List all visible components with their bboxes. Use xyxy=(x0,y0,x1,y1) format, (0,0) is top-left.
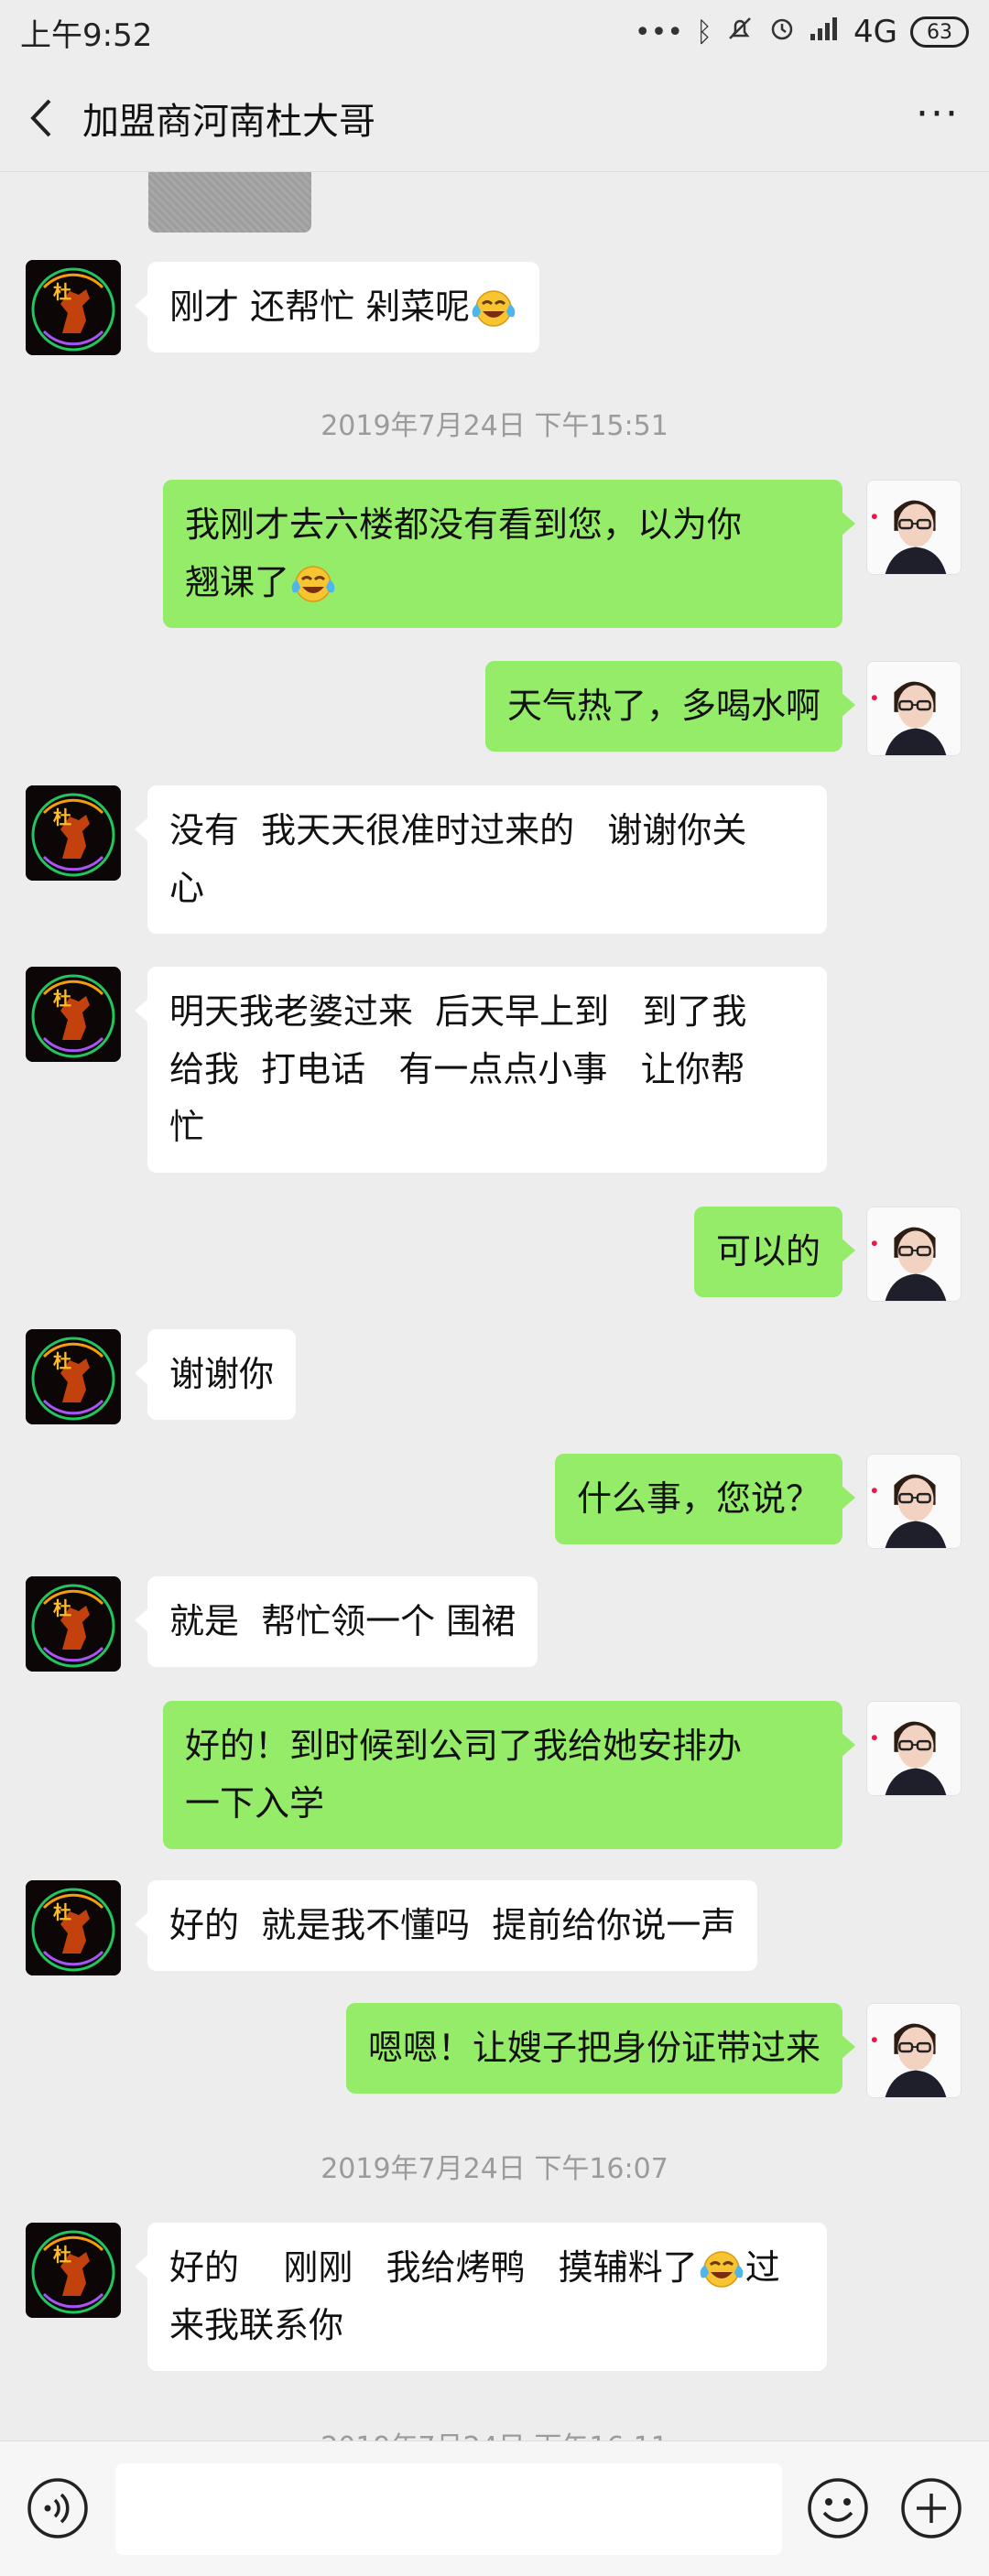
laughing-crying-emoji xyxy=(698,2248,745,2289)
input-bar xyxy=(0,2441,989,2576)
message-text: 谢谢你 xyxy=(169,1354,275,1394)
bluetooth-icon: ᛒ xyxy=(696,16,713,49)
emoji-icon[interactable] xyxy=(806,2476,870,2540)
message-input[interactable] xyxy=(115,2463,782,2555)
message-list[interactable]: 刚才 还帮忙 剁菜呢 2019年7月24日 下午15:51 我刚才去六楼都没有看… xyxy=(0,172,989,2441)
message-text: 刚才 还帮忙 剁菜呢 xyxy=(169,287,471,327)
alarm-icon xyxy=(767,14,797,50)
contact-avatar[interactable] xyxy=(26,1329,121,1424)
chat-header: 加盟商河南杜大哥 ··· xyxy=(0,64,989,172)
laughing-crying-emoji xyxy=(470,287,517,328)
contact-avatar[interactable] xyxy=(26,967,121,1062)
message-bubble-incoming[interactable]: 就是 帮忙领一个 围裙 xyxy=(134,1576,538,1667)
message-bubble-outgoing[interactable]: 嗯嗯！让嫂子把身份证带过来 xyxy=(345,2003,856,2094)
mute-icon xyxy=(725,14,755,50)
message-text: 好的 就是我不懂吗 提前给你说一声 xyxy=(169,1905,736,1945)
battery-indicator: 63 xyxy=(910,16,969,48)
self-avatar[interactable] xyxy=(866,1454,962,1549)
signal-icon xyxy=(810,16,841,49)
message-bubble-outgoing[interactable]: 好的！到时候到公司了我给她安排办 一下入学 xyxy=(163,1701,855,1849)
message-bubble-incoming[interactable]: 刚才 还帮忙 剁菜呢 xyxy=(134,262,540,352)
more-dots-icon: ••• xyxy=(634,16,684,49)
image-message-partial[interactable] xyxy=(148,172,311,233)
message-bubble-outgoing[interactable]: 可以的 xyxy=(693,1207,856,1297)
contact-avatar[interactable] xyxy=(26,785,121,881)
message-bubble-incoming[interactable]: 谢谢你 xyxy=(134,1329,297,1420)
voice-icon[interactable] xyxy=(26,2476,90,2540)
message-bubble-outgoing[interactable]: 什么事，您说？ xyxy=(554,1454,856,1544)
message-text: 明天我老婆过来 后天早上到 到了我 给我 打电话 有一点点小事 让你帮 忙 xyxy=(169,991,747,1147)
chat-title: 加盟商河南杜大哥 xyxy=(82,100,375,143)
timestamp: 2019年7月24日 下午15:51 xyxy=(321,410,668,442)
contact-avatar[interactable] xyxy=(26,1880,121,1975)
message-text: 嗯嗯！让嫂子把身份证带过来 xyxy=(367,2028,821,2068)
message-bubble-incoming[interactable]: 好的 就是我不懂吗 提前给你说一声 xyxy=(134,1880,758,1971)
message-text: 没有 我天天很准时过来的 谢谢你关 心 xyxy=(169,810,747,908)
message-bubble-incoming[interactable]: 没有 我天天很准时过来的 谢谢你关 心 xyxy=(135,785,827,934)
contact-avatar[interactable] xyxy=(26,2223,121,2318)
chevron-left-icon[interactable] xyxy=(0,64,82,171)
message-bubble-outgoing[interactable]: 我刚才去六楼都没有看到您，以为你 翘课了 xyxy=(163,480,855,628)
self-avatar[interactable] xyxy=(866,661,962,756)
laughing-crying-emoji xyxy=(289,563,337,603)
timestamp: 2019年7月24日 下午16:11 xyxy=(0,2424,989,2441)
message-text: 我刚才去六楼都没有看到您，以为你 翘课了 xyxy=(185,504,743,602)
self-avatar[interactable] xyxy=(866,1701,962,1796)
message-text: 好的 刚刚 我给烤鸭 摸辅料了 xyxy=(169,2247,698,2288)
status-bar: 上午9:52 ••• ᛒ 4G 63 xyxy=(0,0,989,64)
message-text: 可以的 xyxy=(715,1231,821,1272)
network-type: 4G xyxy=(853,14,897,50)
message-bubble-outgoing[interactable]: 天气热了，多喝水啊 xyxy=(484,661,856,752)
message-bubble-incoming[interactable]: 明天我老婆过来 后天早上到 到了我 给我 打电话 有一点点小事 让你帮 忙 xyxy=(135,967,827,1173)
contact-avatar[interactable] xyxy=(26,260,121,355)
message-text: 天气热了，多喝水啊 xyxy=(506,686,821,726)
status-icons: ••• ᛒ 4G 63 xyxy=(635,14,969,50)
more-icon[interactable]: ··· xyxy=(916,94,960,135)
message-bubble-incoming[interactable]: 好的 刚刚 我给烤鸭 摸辅料了过 来我联系你 xyxy=(135,2223,827,2371)
timestamp: 2019年7月24日 下午16:07 xyxy=(321,2153,668,2185)
message-text: 什么事，您说？ xyxy=(576,1478,821,1519)
message-text: 就是 帮忙领一个 围裙 xyxy=(169,1601,516,1641)
plus-icon[interactable] xyxy=(899,2476,963,2540)
self-avatar[interactable] xyxy=(866,480,962,575)
status-time: 上午9:52 xyxy=(20,16,153,54)
contact-avatar[interactable] xyxy=(26,1576,121,1672)
self-avatar[interactable] xyxy=(866,2003,962,2098)
message-text: 好的！到时候到公司了我给她安排办 一下入学 xyxy=(185,1726,743,1824)
self-avatar[interactable] xyxy=(866,1207,962,1302)
